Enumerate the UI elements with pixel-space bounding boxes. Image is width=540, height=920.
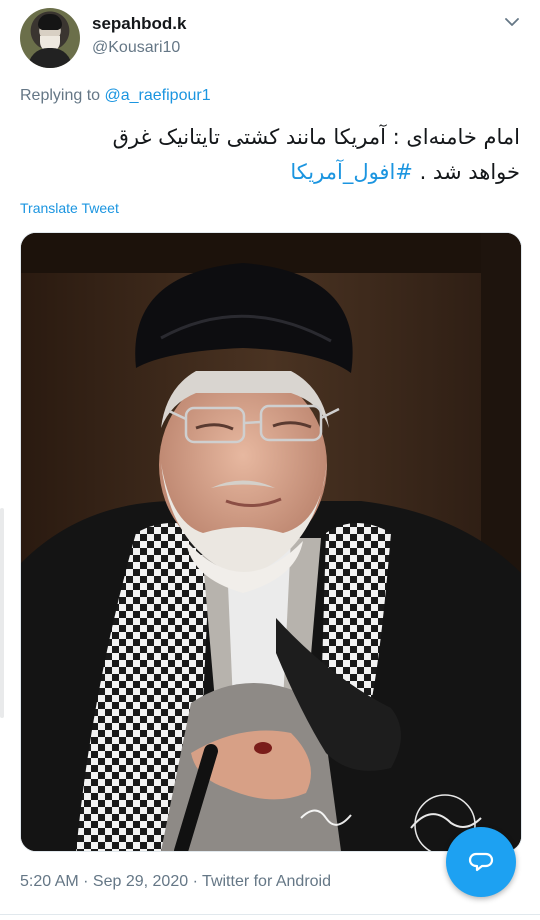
- translate-tweet-link[interactable]: Translate Tweet: [20, 200, 119, 216]
- tweet-text-plain: خواهد شد .: [412, 160, 520, 184]
- replying-prefix: Replying to: [20, 87, 101, 104]
- avatar-turban: [38, 14, 62, 30]
- tweet-text: امام خامنه‌ای : آمریکا مانند کشتی تایتان…: [20, 120, 520, 190]
- reply-bubble-icon: [468, 852, 494, 872]
- reply-fab-button[interactable]: [446, 827, 516, 897]
- avatar-robe: [28, 48, 72, 68]
- portrait-illustration: [21, 233, 521, 851]
- tweet-metadata: 5:20 AM · Sep 29, 2020 · Twitter for And…: [20, 873, 331, 890]
- tweet-image[interactable]: [20, 232, 522, 852]
- hashtag-link[interactable]: #افول_آمریکا: [290, 160, 413, 184]
- replying-to: Replying to @a_raefipour1: [20, 87, 211, 105]
- chevron-down-icon[interactable]: [502, 12, 522, 32]
- divider: [0, 914, 540, 915]
- replying-to-link[interactable]: @a_raefipour1: [105, 87, 211, 104]
- tweet-text-line-2: خواهد شد . #افول_آمریکا: [20, 155, 520, 190]
- scroll-indicator[interactable]: [0, 508, 4, 718]
- tweet-text-line-1: امام خامنه‌ای : آمریکا مانند کشتی تایتان…: [112, 125, 520, 149]
- user-avatar[interactable]: [20, 8, 80, 68]
- display-name[interactable]: sepahbod.k: [92, 14, 186, 34]
- user-handle[interactable]: @Kousari10: [92, 39, 180, 57]
- tweet-header: sepahbod.k @Kousari10: [20, 8, 526, 68]
